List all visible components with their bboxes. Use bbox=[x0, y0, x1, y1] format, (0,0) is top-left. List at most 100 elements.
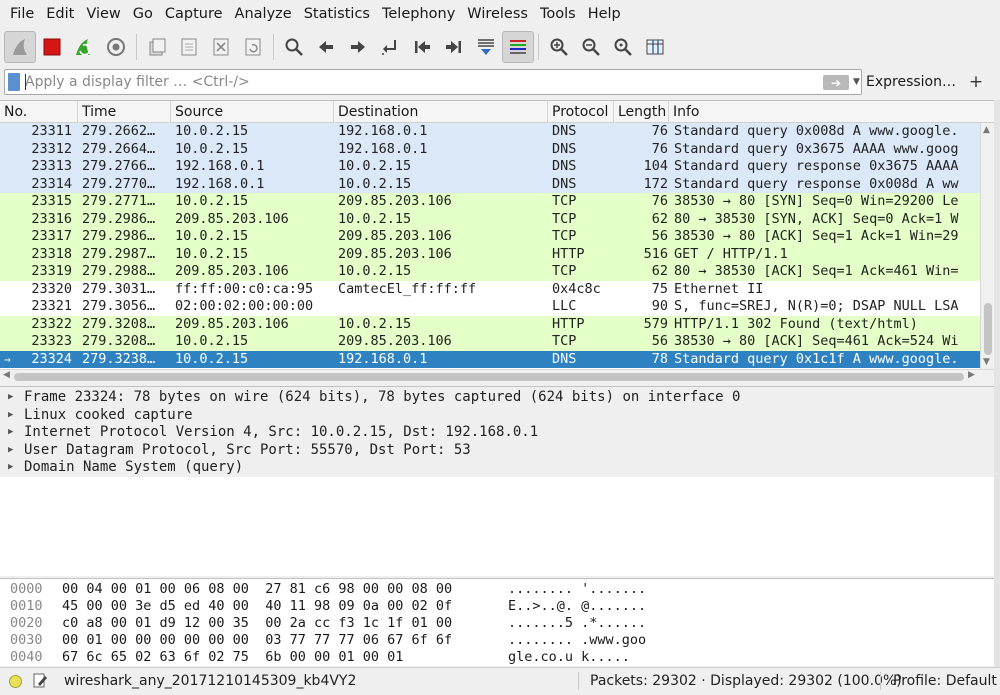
scroll-up-arrow-icon[interactable]: ▲ bbox=[983, 125, 990, 135]
packet-list-vertical-scrollbar[interactable]: ▲ ▼ bbox=[980, 123, 994, 369]
last-packet-button[interactable] bbox=[438, 31, 470, 63]
packet-row[interactable]: 23323 279.3208… 10.0.2.15 209.85.203.106 TCP… bbox=[0, 333, 980, 351]
column-header-length[interactable]: Length bbox=[614, 101, 669, 123]
packet-row[interactable]: 23314 279.2770… 192.168.0.1 10.0.2.15 DNS 172… bbox=[0, 175, 980, 193]
details-tree-label: Internet Protocol Version 4, Src: 10.0.2… bbox=[24, 424, 539, 440]
menu-analyze[interactable]: Analyze bbox=[229, 0, 298, 29]
packet-cell-len: 75 bbox=[651, 280, 668, 297]
packet-row[interactable]: 23318 279.2987… 10.0.2.15 209.85.203.106 HTT… bbox=[0, 245, 980, 263]
column-header-no[interactable]: No. bbox=[0, 101, 78, 123]
save-file-button[interactable] bbox=[173, 31, 205, 63]
close-file-button[interactable] bbox=[205, 31, 237, 63]
scrollbar-thumb[interactable] bbox=[14, 373, 964, 381]
details-tree-item[interactable]: ▶ Internet Protocol Version 4, Src: 10.0.… bbox=[0, 424, 994, 442]
packet-row[interactable]: 23319 279.2988… 209.85.203.106 10.0.2.15 TCP… bbox=[0, 263, 980, 281]
menu-tools[interactable]: Tools bbox=[534, 0, 582, 29]
packet-cell-no: 23313 bbox=[31, 158, 72, 174]
packet-row[interactable]: 23322 279.3208… 209.85.203.106 10.0.2.15 HTT… bbox=[0, 315, 980, 333]
menu-view[interactable]: View bbox=[80, 0, 126, 29]
expand-arrow-icon[interactable]: ▶ bbox=[8, 389, 13, 407]
scroll-right-arrow-icon[interactable]: ▶ bbox=[968, 370, 975, 380]
packet-list-horizontal-scrollbar[interactable]: ◀ ▶ bbox=[0, 369, 994, 383]
find-packet-button[interactable] bbox=[278, 31, 310, 63]
filter-bookmark-icon[interactable] bbox=[8, 73, 20, 91]
packet-cell-src: 209.85.203.106 bbox=[175, 263, 289, 279]
apply-filter-arrow-icon[interactable]: ➔ bbox=[823, 75, 849, 90]
column-header-info[interactable]: Info bbox=[669, 101, 994, 123]
colorize-button[interactable] bbox=[502, 30, 534, 63]
packet-row[interactable]: 23320 279.3031… ff:ff:00:c0:ca:95 CamtecEl_… bbox=[0, 280, 980, 298]
open-file-button[interactable] bbox=[141, 31, 173, 63]
scroll-left-arrow-icon[interactable]: ◀ bbox=[3, 370, 10, 380]
packet-row[interactable]: 23311 279.2662… 10.0.2.15 192.168.0.1 DNS 76 S… bbox=[0, 123, 980, 141]
packet-cell-info: Standard query 0x3675 AAAA www.goog bbox=[674, 140, 959, 157]
capture-options-button[interactable] bbox=[100, 31, 132, 63]
packet-cell-proto: TCP bbox=[552, 228, 577, 244]
go-forward-button[interactable] bbox=[342, 31, 374, 63]
restart-capture-button[interactable] bbox=[68, 31, 100, 63]
stop-capture-button[interactable] bbox=[36, 31, 68, 63]
column-header-source[interactable]: Source bbox=[171, 101, 334, 123]
menu-help[interactable]: Help bbox=[582, 0, 627, 29]
menu-file[interactable]: File bbox=[4, 0, 40, 29]
menu-go[interactable]: Go bbox=[127, 0, 159, 29]
packet-cell-src: 10.0.2.15 bbox=[175, 193, 249, 209]
go-back-icon bbox=[319, 40, 333, 53]
display-filter-field[interactable]: ➔ ▼ bbox=[4, 69, 862, 95]
expand-arrow-icon[interactable]: ▶ bbox=[8, 442, 13, 460]
packet-cell-info: 38530 → 80 [ACK] Seq=1 Ack=1 Win=29 bbox=[674, 228, 959, 244]
details-tree-item[interactable]: ▶ Linux cooked capture bbox=[0, 407, 994, 425]
expand-arrow-icon[interactable]: ▶ bbox=[8, 424, 13, 442]
reload-file-button[interactable] bbox=[237, 31, 269, 63]
column-header-destination[interactable]: Destination bbox=[334, 101, 548, 123]
add-filter-button[interactable]: + bbox=[962, 69, 990, 95]
details-tree-label: Frame 23324: 78 bytes on wire (624 bits)… bbox=[24, 389, 741, 405]
packet-cell-dst: 10.0.2.15 bbox=[338, 158, 412, 174]
packet-row[interactable]: 23315 279.2771… 10.0.2.15 209.85.203.106 TCP… bbox=[0, 193, 980, 211]
go-back-button[interactable] bbox=[310, 31, 342, 63]
packet-row-selected[interactable]: → 23324 279.3238… 10.0.2.15 192.168.0.1 DNS 78… bbox=[0, 350, 980, 368]
expression-button[interactable]: Expression… bbox=[866, 69, 956, 95]
zoom-normal-button[interactable] bbox=[607, 31, 639, 63]
scroll-down-arrow-icon[interactable]: ▼ bbox=[983, 357, 990, 367]
zoom-normal-icon bbox=[614, 38, 632, 56]
display-filter-input[interactable] bbox=[25, 71, 795, 93]
menu-wireless[interactable]: Wireless bbox=[461, 0, 534, 29]
filter-history-dropdown-icon[interactable]: ▼ bbox=[853, 74, 863, 90]
packet-row[interactable]: 23317 279.2986… 10.0.2.15 209.85.203.106 TCP… bbox=[0, 228, 980, 246]
packet-cell-no: 23318 bbox=[31, 245, 72, 262]
menu-edit[interactable]: Edit bbox=[40, 0, 80, 29]
packet-cell-proto: HTTP bbox=[552, 245, 585, 262]
menu-statistics[interactable]: Statistics bbox=[298, 0, 376, 29]
column-header-time[interactable]: Time bbox=[78, 101, 171, 123]
resize-columns-button[interactable] bbox=[639, 31, 671, 63]
packet-row[interactable]: 23316 279.2986… 209.85.203.106 10.0.2.15 TCP… bbox=[0, 210, 980, 228]
packet-row[interactable]: 23321 279.3056… 02:00:02:00:00:00 LLC 90 S, f… bbox=[0, 298, 980, 316]
go-forward-icon bbox=[351, 40, 365, 53]
start-capture-button[interactable] bbox=[4, 30, 36, 63]
zoom-in-button[interactable] bbox=[543, 31, 575, 63]
status-profile[interactable]: Profile: Default bbox=[893, 668, 997, 694]
menu-telephony[interactable]: Telephony bbox=[376, 0, 461, 29]
expert-info-led-icon[interactable] bbox=[9, 675, 22, 688]
details-tree-item[interactable]: ▶ User Datagram Protocol, Src Port: 55570… bbox=[0, 442, 994, 460]
hex-offset: 0000 bbox=[10, 581, 43, 597]
menu-capture[interactable]: Capture bbox=[159, 0, 229, 29]
capture-comment-edit-icon[interactable] bbox=[32, 672, 48, 690]
details-tree-item[interactable]: ▶ Frame 23324: 78 bytes on wire (624 bits… bbox=[0, 389, 994, 407]
packet-row[interactable]: 23312 279.2664… 10.0.2.15 192.168.0.1 DNS 76 S… bbox=[0, 140, 980, 158]
expand-arrow-icon[interactable]: ▶ bbox=[8, 407, 13, 425]
text-cursor bbox=[25, 74, 26, 90]
scrollbar-thumb[interactable] bbox=[984, 303, 992, 355]
auto-scroll-button[interactable] bbox=[470, 31, 502, 63]
details-tree-item[interactable]: ▶ Domain Name System (query) bbox=[0, 459, 994, 477]
packet-row[interactable]: 23313 279.2766… 192.168.0.1 10.0.2.15 DNS 104… bbox=[0, 158, 980, 176]
column-header-protocol[interactable]: Protocol bbox=[548, 101, 614, 123]
go-to-packet-button[interactable] bbox=[374, 31, 406, 63]
zoom-out-icon bbox=[582, 38, 600, 56]
zoom-out-button[interactable] bbox=[575, 31, 607, 63]
first-packet-button[interactable] bbox=[406, 31, 438, 63]
expand-arrow-icon[interactable]: ▶ bbox=[8, 459, 13, 477]
main-toolbar bbox=[0, 29, 1000, 64]
packet-cell-info: S, func=SREJ, N(R)=0; DSAP NULL LSA bbox=[674, 298, 959, 314]
